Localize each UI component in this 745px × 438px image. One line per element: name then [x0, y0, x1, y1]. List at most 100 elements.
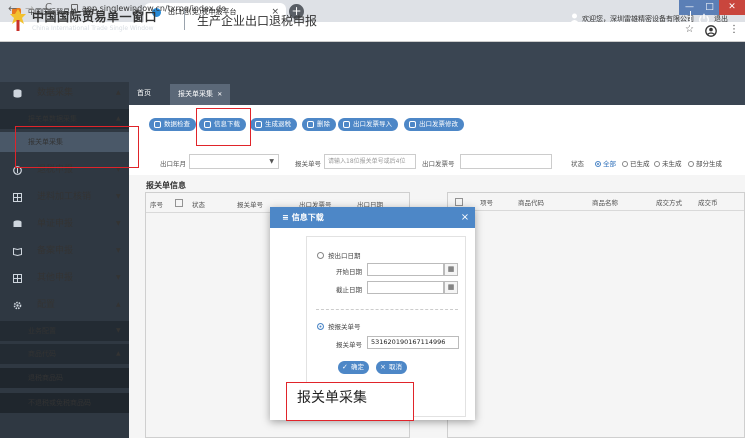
single-window-logo-icon [10, 9, 26, 31]
radio-label: 全部 [603, 160, 616, 168]
header-divider [690, 11, 691, 29]
annotation-note: 报关单采集 [286, 382, 414, 421]
button-label: 删除 [317, 120, 330, 128]
brand-name: 中国国际贸易单一窗口 [32, 10, 158, 24]
sidebar-item-label: 报关单数据采集 [28, 115, 77, 123]
declaration-no-input[interactable]: 请输入18位报关单号或后4位 [324, 154, 416, 169]
dialog-title: 信息下载 [291, 213, 324, 222]
sidebar-item-commodity-code[interactable]: 商品代码 ▲ [0, 344, 129, 364]
invoice-edit-button[interactable]: 出口发票修改 [404, 118, 464, 131]
sidebar-item-processing-verification[interactable]: 进料加工核销 ▼ [0, 186, 129, 208]
dialog-title-bar: ≡ 信息下载 [270, 207, 475, 228]
dialog-close-icon[interactable]: × [458, 207, 472, 228]
sidebar-item-label: 单证申报 [37, 219, 74, 229]
sidebar-item-business-config[interactable]: 业务配置 ▼ [0, 321, 129, 341]
radio-label: 按报关单号 [328, 323, 361, 331]
button-label: 取消 [389, 363, 402, 371]
check-icon [154, 121, 161, 128]
menu-lines-icon: ≡ [282, 213, 289, 222]
tab-home[interactable]: 首页 [137, 88, 151, 98]
radio-icon [317, 252, 324, 259]
chevron-down-icon: ▼ [116, 327, 121, 334]
status-radio-generated[interactable]: 已生成 [622, 158, 650, 168]
dialog-divider [316, 309, 458, 310]
cancel-button[interactable]: × 取消 [376, 361, 407, 374]
user-icon [570, 13, 579, 23]
sidebar-item-label: 业务配置 [28, 327, 56, 335]
sidebar-item-label: 退税商品码 [28, 374, 63, 382]
sidebar-item-label: 商品代码 [28, 350, 56, 358]
calendar-icon[interactable]: ▦ [444, 263, 458, 276]
chevron-down-icon: ▼ [116, 193, 121, 200]
radio-label: 按出口日期 [328, 252, 361, 260]
chevron-up-icon: ▲ [116, 89, 121, 96]
system-title: 生产企业出口退税申报 [197, 14, 318, 28]
sidebar-item-label: 进料加工核销 [37, 192, 92, 202]
sidebar-item-refund-commodity-code[interactable]: 退税商品码 [0, 368, 129, 388]
sidebar-item-document-declaration[interactable]: 单证申报 ▼ [0, 213, 129, 235]
export-month-label: 出口年月 [160, 160, 186, 168]
close-tab-icon[interactable]: ✕ [217, 91, 222, 98]
end-date-input[interactable] [367, 281, 444, 294]
highlight-box-download-button [196, 108, 251, 146]
sidebar-item-non-refund-commodity-code[interactable]: 不退税或免税商品码 [0, 393, 129, 413]
grid-icon [13, 193, 22, 202]
status-radio-partial[interactable]: 部分生成 [688, 158, 722, 168]
chevron-up-icon: ▲ [116, 350, 121, 357]
power-icon[interactable] [698, 13, 710, 25]
logout-link[interactable]: 退出 [714, 14, 728, 24]
radio-by-export-date[interactable]: 按出口日期 [317, 250, 361, 260]
invoice-no-label: 出口发票号 [422, 160, 455, 168]
chevron-down-icon: ▼ [116, 247, 121, 254]
tab-label: 报关单采集 [178, 90, 213, 98]
profile-icon[interactable] [705, 25, 717, 37]
import-icon [343, 121, 350, 128]
invoice-import-button[interactable]: 出口发票导入 [338, 118, 398, 131]
tab-declaration-collection[interactable]: 报关单采集 ✕ [170, 84, 231, 105]
declaration-no-label: 报关单号 [336, 341, 362, 349]
sidebar-item-label: 备案申报 [37, 246, 74, 256]
calendar-icon[interactable]: ▦ [444, 281, 458, 294]
close-icon: × [380, 363, 386, 371]
chevron-down-icon: ▼ [116, 220, 121, 227]
chevron-down-icon: ▼ [269, 158, 274, 165]
status-label: 状态 [571, 160, 584, 168]
chevron-down-icon: ▼ [116, 274, 121, 281]
status-radio-not-generated[interactable]: 未生成 [654, 158, 682, 168]
trash-icon [307, 121, 314, 128]
sidebar-item-configuration[interactable]: 配置 ▲ [0, 294, 129, 316]
radio-icon [595, 161, 601, 167]
start-date-input[interactable] [367, 263, 444, 276]
radio-label: 部分生成 [696, 160, 722, 168]
radio-icon [654, 161, 660, 167]
button-label: 生成退税 [265, 120, 291, 128]
check-icon: ✓ [342, 363, 348, 371]
document-icon [13, 220, 22, 227]
brand-name-english: China International Trade Single Window [32, 25, 154, 32]
invoice-no-input[interactable] [460, 154, 552, 169]
confirm-button[interactable]: ✓ 确定 [338, 361, 369, 374]
declaration-no-label: 报关单号 [295, 160, 321, 168]
end-date-label: 截止日期 [336, 286, 362, 294]
data-check-button[interactable]: 数据检查 [149, 118, 196, 131]
sidebar-item-filing-declaration[interactable]: 备案申报 ▼ [0, 240, 129, 262]
generate-icon [255, 121, 262, 128]
status-radio-all[interactable]: 全部 [595, 158, 616, 168]
button-label: 出口发票导入 [353, 120, 392, 128]
start-date-label: 开始日期 [336, 268, 362, 276]
browser-menu-icon[interactable]: ⋮ [729, 24, 739, 35]
sidebar-item-data-collection[interactable]: 数据采集 ▲ [0, 82, 129, 104]
close-window-button[interactable]: ✕ [719, 0, 745, 15]
sidebar-item-other-declaration[interactable]: 其他申报 ▼ [0, 267, 129, 289]
database-icon [13, 89, 22, 98]
declaration-no-input[interactable]: 531620190167114996 [367, 336, 459, 349]
button-label: 确定 [351, 363, 364, 371]
button-label: 数据检查 [164, 120, 190, 128]
radio-by-declaration-no[interactable]: 按报关单号 [317, 321, 361, 331]
delete-button[interactable]: 删除 [302, 118, 336, 131]
export-month-select[interactable]: ▼ [189, 154, 279, 169]
generate-refund-button[interactable]: 生成退税 [250, 118, 297, 131]
sidebar-item-label: 其他申报 [37, 273, 74, 283]
sidebar-item-label: 不退税或免税商品码 [28, 399, 91, 407]
radio-icon [688, 161, 694, 167]
